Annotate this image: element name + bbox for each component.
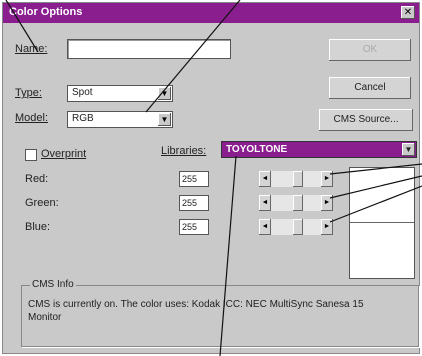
libraries-label: Libraries: — [161, 145, 207, 157]
slider-left-arrow-icon[interactable]: ◄ — [259, 219, 271, 235]
window-title: Color Options — [9, 6, 83, 18]
green-label: Green: — [25, 197, 59, 209]
slider-right-arrow-icon[interactable]: ► — [321, 195, 333, 211]
slider-right-arrow-icon[interactable]: ► — [321, 171, 333, 187]
cancel-button[interactable]: Cancel — [329, 77, 411, 99]
blue-slider[interactable]: ◄ ► — [259, 219, 333, 235]
cms-source-button[interactable]: CMS Source... — [319, 109, 413, 131]
slider-thumb[interactable] — [293, 171, 303, 187]
dropdown-arrow-icon[interactable]: ▼ — [402, 143, 415, 156]
cms-info-group: CMS Info CMS is currently on. The color … — [21, 279, 419, 347]
close-icon[interactable]: ✕ — [401, 6, 415, 19]
green-slider[interactable]: ◄ ► — [259, 195, 333, 211]
model-select[interactable]: RGB ▼ — [67, 111, 173, 128]
slider-left-arrow-icon[interactable]: ◄ — [259, 195, 271, 211]
type-label: Type: — [15, 87, 42, 99]
model-label: Model: — [15, 112, 49, 124]
red-label: Red: — [25, 173, 49, 185]
slider-left-arrow-icon[interactable]: ◄ — [259, 171, 271, 187]
slider-thumb[interactable] — [293, 195, 303, 211]
model-select-value: RGB — [72, 113, 94, 124]
swatch-divider — [350, 222, 414, 223]
name-label: Name: — [15, 43, 48, 55]
blue-label: Blue: — [25, 221, 51, 233]
dropdown-arrow-icon[interactable]: ▼ — [158, 87, 171, 100]
color-options-dialog: Color Options ✕ Name: OK Cancel CMS Sour… — [2, 2, 420, 354]
overprint-checkbox[interactable] — [25, 149, 37, 161]
dropdown-arrow-icon[interactable]: ▼ — [158, 113, 171, 126]
green-value-field[interactable]: 255 — [179, 195, 209, 211]
blue-value-field[interactable]: 255 — [179, 219, 209, 235]
slider-track[interactable] — [271, 219, 321, 235]
slider-thumb[interactable] — [293, 219, 303, 235]
overprint-label: Overprint — [41, 148, 87, 160]
type-select-value: Spot — [72, 87, 93, 98]
slider-track[interactable] — [271, 195, 321, 211]
red-value-field[interactable]: 255 — [179, 171, 209, 187]
type-select[interactable]: Spot ▼ — [67, 85, 173, 102]
red-slider[interactable]: ◄ ► — [259, 171, 333, 187]
title-bar: Color Options ✕ — [3, 3, 419, 23]
slider-track[interactable] — [271, 171, 321, 187]
name-input[interactable] — [67, 39, 231, 59]
color-swatch-preview — [349, 167, 415, 279]
cms-info-text: CMS is currently on. The color uses: Kod… — [28, 299, 364, 323]
cms-info-legend: CMS Info — [30, 279, 76, 290]
libraries-select-value: TOYOLTONE — [226, 144, 288, 155]
ok-button[interactable]: OK — [329, 39, 411, 61]
libraries-select[interactable]: TOYOLTONE ▼ — [221, 141, 417, 158]
slider-right-arrow-icon[interactable]: ► — [321, 219, 333, 235]
